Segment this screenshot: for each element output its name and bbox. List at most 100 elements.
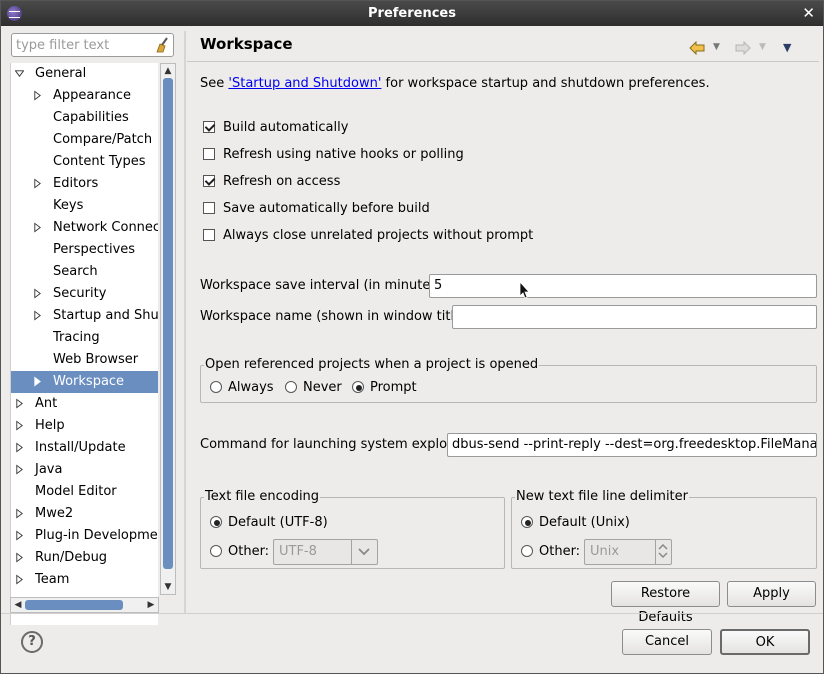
collapsed-arrow-icon[interactable]: [15, 508, 24, 519]
back-arrow-icon[interactable]: [689, 41, 705, 55]
encoding-combo-dropdown[interactable]: [351, 540, 377, 564]
tree-item[interactable]: Tracing: [11, 327, 158, 349]
checkbox-box[interactable]: [203, 175, 215, 187]
scroll-left-icon[interactable]: ◀: [11, 598, 25, 612]
collapsed-arrow-icon[interactable]: [15, 464, 24, 475]
encoding-default-radio[interactable]: Default (UTF-8): [210, 514, 328, 532]
apply-button[interactable]: Apply: [727, 581, 816, 607]
expanded-arrow-icon[interactable]: [15, 68, 24, 79]
delimiter-default-radio[interactable]: Default (Unix): [521, 514, 630, 532]
tree-item[interactable]: Plug-in Development: [11, 525, 158, 547]
restore-defaults-button[interactable]: Restore Defaults: [611, 581, 720, 625]
radio-prompt[interactable]: Prompt: [352, 379, 417, 397]
checkbox-option[interactable]: Build automatically: [203, 119, 348, 137]
filter-box[interactable]: [11, 33, 174, 57]
checkbox-option[interactable]: Refresh using native hooks or polling: [203, 146, 464, 164]
text-encoding-group: Text file encoding Default (UTF-8) Other…: [200, 489, 505, 569]
scroll-down-icon[interactable]: ▼: [161, 580, 175, 594]
tree-item[interactable]: General: [11, 63, 158, 85]
tree-item[interactable]: Content Types: [11, 151, 158, 173]
title-bar[interactable]: Preferences ✕: [1, 1, 823, 26]
tree-item[interactable]: Help: [11, 415, 158, 437]
tree-item[interactable]: Startup and Shutd: [11, 305, 158, 327]
tree-item[interactable]: Editors: [11, 173, 158, 195]
collapsed-arrow-icon[interactable]: [15, 530, 24, 541]
radio-always[interactable]: Always: [210, 379, 274, 397]
collapsed-arrow-icon[interactable]: [15, 442, 24, 453]
delimiter-combo-spinner[interactable]: [655, 540, 671, 564]
filter-input[interactable]: [14, 36, 152, 54]
checkbox-box[interactable]: [203, 202, 215, 214]
scroll-right-icon[interactable]: ▶: [144, 598, 158, 612]
tree-item-label: Help: [35, 418, 65, 433]
forward-menu-chevron-icon[interactable]: ▼: [759, 42, 766, 52]
tree-vertical-scroll-thumb[interactable]: [163, 78, 173, 569]
tree-item-label: Model Editor: [35, 484, 117, 499]
checkbox-box[interactable]: [203, 229, 215, 241]
close-icon[interactable]: ✕: [802, 4, 815, 22]
tree-item[interactable]: Perspectives: [11, 239, 158, 261]
preference-tree[interactable]: General Appearance Capabilities Compare/Pat…: [10, 63, 158, 625]
delimiter-other-radio[interactable]: Other:: [521, 543, 580, 561]
tree-item[interactable]: Search: [11, 261, 158, 283]
forward-arrow-icon[interactable]: [735, 41, 751, 55]
collapsed-arrow-icon[interactable]: [33, 178, 42, 189]
checkbox-option[interactable]: Refresh on access: [203, 173, 340, 191]
ok-button[interactable]: OK: [720, 629, 810, 655]
checkbox-option[interactable]: Always close unrelated projects without …: [203, 227, 533, 245]
back-menu-chevron-icon[interactable]: ▼: [713, 42, 720, 52]
scroll-up-icon[interactable]: ▲: [161, 64, 175, 78]
tree-horizontal-scrollbar[interactable]: ◀ ▶: [10, 597, 159, 613]
tree-item[interactable]: Keys: [11, 195, 158, 217]
tree-item[interactable]: Model Editor: [11, 481, 158, 503]
tree-item[interactable]: Compare/Patch: [11, 129, 158, 151]
cancel-button[interactable]: Cancel: [622, 629, 712, 655]
tree-item[interactable]: Install/Update: [11, 437, 158, 459]
encoding-default-dot: [210, 516, 222, 528]
intro-suffix: for workspace startup and shutdown prefe…: [381, 76, 710, 91]
collapsed-arrow-icon[interactable]: [15, 398, 24, 409]
tree-item[interactable]: Capabilities: [11, 107, 158, 129]
workspace-name-input[interactable]: [452, 305, 817, 329]
encoding-other-radio[interactable]: Other:: [210, 543, 269, 561]
tree-item[interactable]: Web Browser: [11, 349, 158, 371]
delimiter-combo[interactable]: Unix: [584, 539, 672, 565]
encoding-combo[interactable]: UTF-8: [273, 539, 378, 565]
checkbox-option[interactable]: Save automatically before build: [203, 200, 430, 218]
tree-item[interactable]: Mwe2: [11, 503, 158, 525]
tree-item[interactable]: Network Connecti: [11, 217, 158, 239]
collapsed-arrow-icon[interactable]: [33, 376, 42, 387]
checkbox-box[interactable]: [203, 121, 215, 133]
tree-item-label: Ant: [35, 396, 58, 411]
tree-vertical-scrollbar[interactable]: ▲ ▼: [160, 63, 176, 595]
open-referenced-projects-group: Open referenced projects when a project …: [200, 357, 817, 403]
encoding-combo-value: UTF-8: [279, 544, 317, 559]
tree-item[interactable]: Security: [11, 283, 158, 305]
collapsed-arrow-icon[interactable]: [15, 552, 24, 563]
clear-filter-icon[interactable]: [155, 37, 169, 53]
collapsed-arrow-icon[interactable]: [33, 288, 42, 299]
help-icon[interactable]: ?: [21, 631, 43, 653]
collapsed-arrow-icon[interactable]: [33, 310, 42, 321]
tree-item[interactable]: Appearance: [11, 85, 158, 107]
page-navigation: ▼ ▼ ▼: [689, 40, 809, 58]
collapsed-arrow-icon[interactable]: [33, 90, 42, 101]
page-title: Workspace: [200, 35, 293, 53]
collapsed-arrow-icon[interactable]: [15, 574, 24, 585]
checkbox-box[interactable]: [203, 148, 215, 160]
collapsed-arrow-icon[interactable]: [33, 222, 42, 233]
tree-item[interactable]: Team: [11, 569, 158, 591]
tree-item[interactable]: Workspace: [11, 371, 158, 393]
tree-item-label: Security: [53, 286, 107, 301]
radio-never[interactable]: Never: [285, 379, 342, 397]
pane-sash[interactable]: [184, 31, 186, 613]
save-interval-input[interactable]: 5: [429, 274, 817, 298]
tree-item[interactable]: Ant: [11, 393, 158, 415]
collapsed-arrow-icon[interactable]: [15, 420, 24, 431]
tree-item[interactable]: Run/Debug: [11, 547, 158, 569]
startup-shutdown-link[interactable]: 'Startup and Shutdown': [228, 76, 381, 91]
tree-horizontal-scroll-thumb[interactable]: [25, 600, 123, 610]
view-menu-icon[interactable]: ▼: [783, 41, 791, 54]
explorer-command-input[interactable]: dbus-send --print-reply --dest=org.freed…: [447, 433, 817, 457]
tree-item[interactable]: Java: [11, 459, 158, 481]
